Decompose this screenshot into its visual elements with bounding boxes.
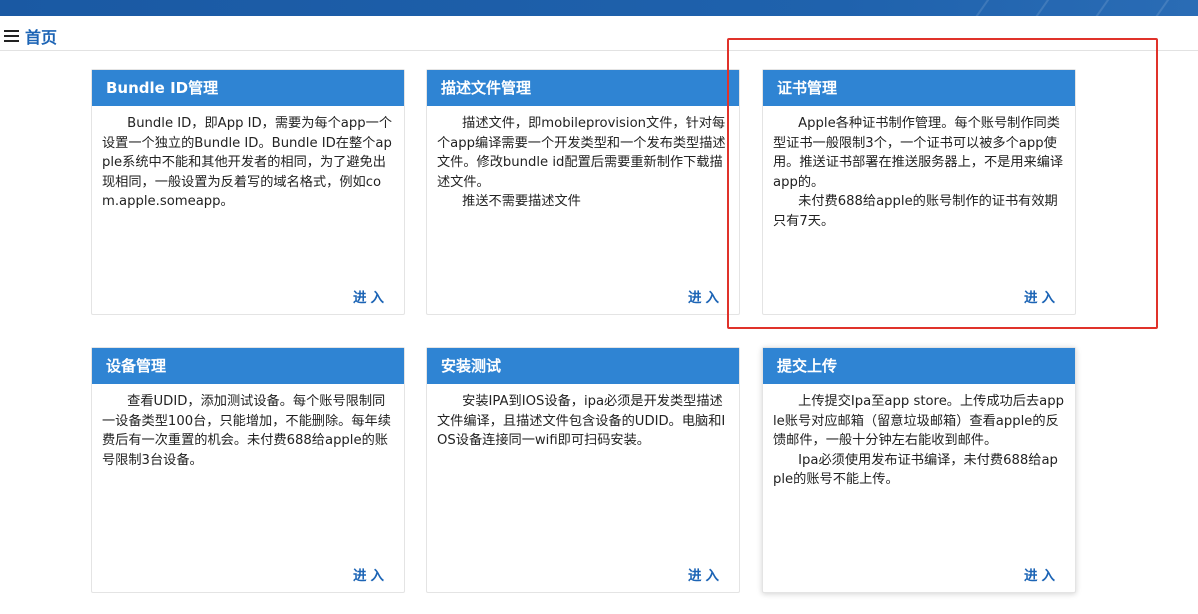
card-description: 上传提交Ipa至app store。上传成功后去apple账号对应邮箱（留意垃圾… <box>773 394 1064 487</box>
card-description: Bundle ID，即App ID，需要为每个app一个设置一个独立的Bundl… <box>102 116 392 209</box>
card-devices: 设备管理 查看UDID，添加测试设备。每个账号限制同一设备类型100台，只能增加… <box>91 347 405 593</box>
enter-link[interactable]: 进入 <box>688 286 723 306</box>
enter-link[interactable]: 进入 <box>353 564 388 584</box>
enter-link[interactable]: 进入 <box>1024 564 1059 584</box>
card-install-test: 安装测试 安装IPA到IOS设备，ipa必须是开发类型描述文件编译，且描述文件包… <box>426 347 740 593</box>
card-description: Apple各种证书制作管理。每个账号制作同类型证书一般限制3个，一个证书可以被多… <box>773 116 1064 229</box>
header-divider <box>0 50 1198 51</box>
card-submit-upload: 提交上传 上传提交Ipa至app store。上传成功后去apple账号对应邮箱… <box>762 347 1076 593</box>
top-banner <box>0 0 1198 16</box>
card-certificates: 证书管理 Apple各种证书制作管理。每个账号制作同类型证书一般限制3个，一个证… <box>762 69 1076 315</box>
card-description: 查看UDID，添加测试设备。每个账号限制同一设备类型100台，只能增加，不能删除… <box>102 394 391 468</box>
breadcrumb[interactable]: 首页 <box>4 24 57 48</box>
breadcrumb-home-label[interactable]: 首页 <box>25 24 57 48</box>
card-title: Bundle ID管理 <box>92 70 404 106</box>
card-title: 设备管理 <box>92 348 404 384</box>
card-title: 提交上传 <box>763 348 1075 384</box>
card-description: 安装IPA到IOS设备，ipa必须是开发类型描述文件编译，且描述文件包含设备的U… <box>437 394 726 448</box>
card-description: 描述文件，即mobileprovision文件，针对每个app编译需要一个开发类… <box>437 116 726 209</box>
card-title: 描述文件管理 <box>427 70 739 106</box>
card-provisioning-profile: 描述文件管理 描述文件，即mobileprovision文件，针对每个app编译… <box>426 69 740 315</box>
card-bundle-id: Bundle ID管理 Bundle ID，即App ID，需要为每个app一个… <box>91 69 405 315</box>
enter-link[interactable]: 进入 <box>353 286 388 306</box>
card-title: 安装测试 <box>427 348 739 384</box>
enter-link[interactable]: 进入 <box>1024 286 1059 306</box>
enter-link[interactable]: 进入 <box>688 564 723 584</box>
menu-icon[interactable] <box>4 30 19 42</box>
card-title: 证书管理 <box>763 70 1075 106</box>
